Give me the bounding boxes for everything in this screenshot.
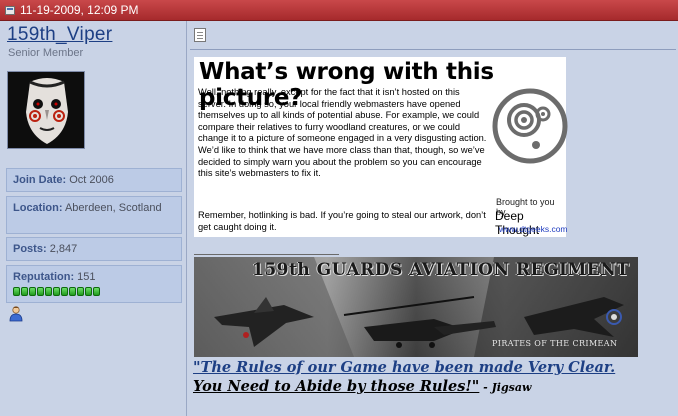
reputation-pip (77, 286, 84, 296)
reputation-pip (93, 286, 100, 296)
reputation-label: Reputation: (13, 271, 75, 283)
document-icon (194, 28, 206, 42)
divider (190, 49, 676, 50)
hotlink-body-2: Remember, hotlinking is bad. If you’re g… (198, 210, 486, 232)
hotlink-body: Well, nothing really, except for the fac… (198, 87, 487, 179)
post-date: 11-19-2009, 12:09 PM (20, 3, 139, 17)
signature-banner: 159th GUARDS AVIATION REGIMENT PIRATES O… (194, 257, 638, 357)
join-date-label: Join Date: (13, 174, 67, 186)
signature-quote-attribution: - Jigsaw (479, 381, 532, 394)
hotlink-warning-image: What’s wrong with this picture? Well, no… (194, 57, 569, 237)
reputation-pip (21, 286, 28, 296)
user-title: Senior Member (8, 47, 84, 59)
reputation-pip (37, 286, 44, 296)
signature-quote-line-1: "The Rules of our Game have been made Ve… (193, 359, 616, 376)
location-box: Location: Aberdeen, Scotland (6, 196, 182, 234)
deep-thought-logo-icon (491, 87, 569, 170)
join-date-box: Join Date: Oct 2006 (6, 168, 182, 192)
posts-value: 2,847 (49, 243, 78, 255)
reputation-pip (61, 286, 68, 296)
location-label: Location: (13, 202, 63, 214)
reputation-pip (53, 286, 60, 296)
avatar (7, 71, 85, 149)
user-online-icon[interactable] (9, 306, 23, 327)
location-value: Aberdeen, Scotland (64, 202, 162, 214)
post-body: What’s wrong with this picture? Well, no… (188, 21, 678, 416)
reputation-bar (13, 284, 101, 298)
reputation-box: Reputation: 151 (6, 265, 182, 303)
reputation-pip (85, 286, 92, 296)
brand-url: www.dtgeeks.com (499, 224, 568, 234)
user-sidebar: 159th_Viper Senior Member Join Date: Oct… (0, 21, 187, 416)
banner-tagline: PIRATES OF THE CRIMEAN (492, 339, 618, 348)
reputation-pip (69, 286, 76, 296)
reputation-value: 151 (77, 271, 96, 283)
posts-label: Posts: (13, 243, 47, 255)
signature-divider (194, 254, 339, 255)
post-header-bar: 11-19-2009, 12:09 PM (0, 0, 678, 21)
posts-box: Posts: 2,847 (6, 237, 182, 261)
signature-quote-line-2: You Need to Abide by those Rules!" - Jig… (193, 378, 531, 395)
banner-title: 159th GUARDS AVIATION REGIMENT (252, 260, 630, 280)
join-date-value: Oct 2006 (69, 174, 114, 186)
signature-quote-text: You Need to Abide by those Rules!" (193, 378, 480, 395)
reputation-pip (13, 286, 20, 296)
post-icon (5, 6, 15, 15)
reputation-pip (29, 286, 36, 296)
reputation-pip (45, 286, 52, 296)
username-link[interactable]: 159th_Viper (7, 24, 112, 46)
